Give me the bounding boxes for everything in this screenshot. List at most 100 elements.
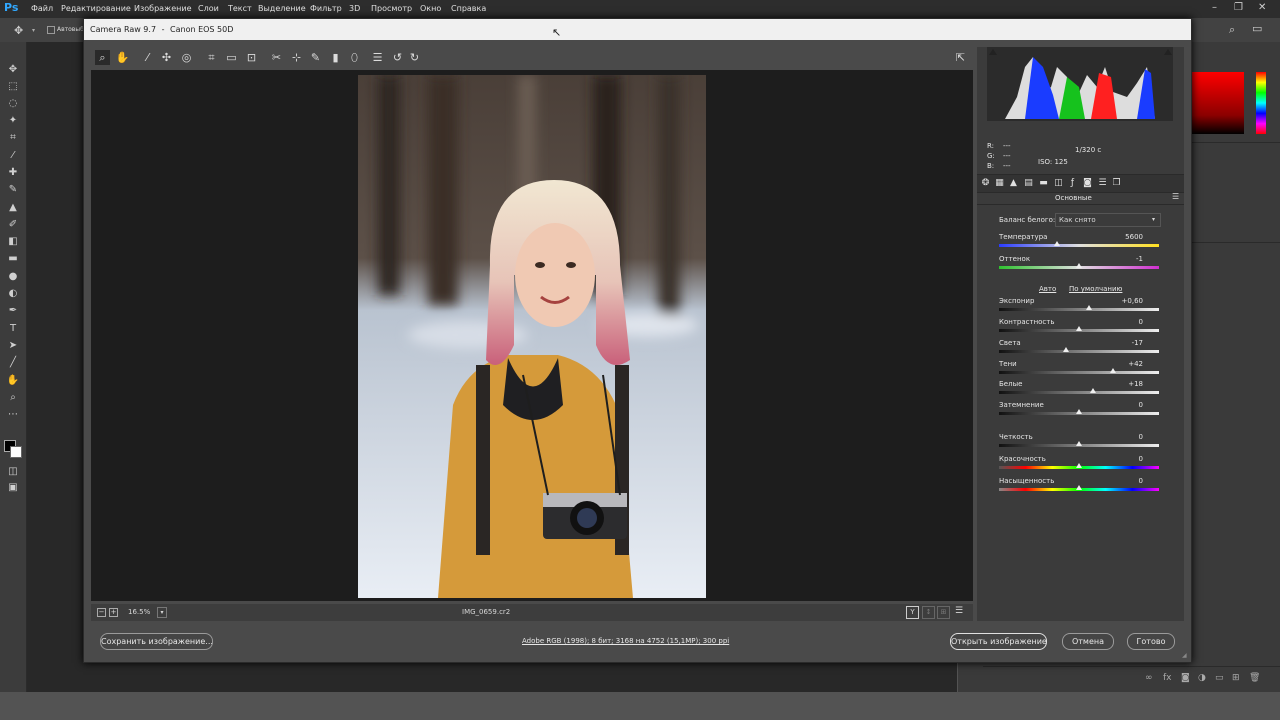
slider-thumb[interactable] xyxy=(1063,347,1070,352)
slider-thumb[interactable] xyxy=(1090,388,1097,393)
color-sampler-icon[interactable]: ✣ xyxy=(159,50,174,65)
move-tool-icon[interactable]: ✥ xyxy=(14,24,23,37)
slider-thumb[interactable] xyxy=(1076,485,1082,490)
restore-icon[interactable]: ❐ xyxy=(1234,2,1243,13)
menu-edit[interactable]: Редактирование xyxy=(61,4,131,13)
slider-thumb[interactable] xyxy=(1076,409,1082,414)
line-icon[interactable]: ╱ xyxy=(6,357,20,369)
slider-value[interactable]: +18 xyxy=(1113,380,1143,388)
zoom-tool-icon[interactable]: ⌕ xyxy=(95,50,110,65)
preview-preferences-icon[interactable]: ☰ xyxy=(955,606,963,616)
background-color-swatch[interactable] xyxy=(10,446,22,458)
zoom-in-icon[interactable]: + xyxy=(109,608,118,617)
type-icon[interactable]: T xyxy=(6,323,20,335)
new-layer-icon[interactable]: ⊞ xyxy=(1232,673,1240,683)
link-layers-icon[interactable]: ∞ xyxy=(1145,673,1153,683)
zoom-icon[interactable]: ⌕ xyxy=(6,392,20,404)
crop-tool-icon[interactable]: ⌗ xyxy=(204,50,219,65)
slider-value[interactable]: 0 xyxy=(1113,433,1143,441)
color-picker-field[interactable] xyxy=(1190,72,1244,134)
menu-filter[interactable]: Фильтр xyxy=(310,4,342,13)
transform-tool-icon[interactable]: ⊡ xyxy=(244,50,259,65)
slider-value[interactable]: 0 xyxy=(1113,401,1143,409)
quick-mask-icon[interactable]: ◫ xyxy=(6,466,20,478)
before-after-icon[interactable]: Y xyxy=(906,606,919,619)
swap-settings-icon[interactable]: ↕ xyxy=(922,606,935,619)
menu-select[interactable]: Выделение xyxy=(258,4,306,13)
move-icon[interactable]: ✥ xyxy=(6,64,20,76)
open-image-button[interactable]: Открыть изображение xyxy=(950,633,1047,650)
zoom-level[interactable]: 16.5% xyxy=(128,608,150,616)
slider-track[interactable] xyxy=(999,371,1159,374)
stamp-icon[interactable]: ▲ xyxy=(6,202,20,214)
workflow-options-link[interactable]: Adobe RGB (1998); 8 бит; 3168 на 4752 (1… xyxy=(522,637,729,645)
menu-type[interactable]: Текст xyxy=(228,4,252,13)
slider-value[interactable]: +42 xyxy=(1113,360,1143,368)
more-tools-icon[interactable]: ⋯ xyxy=(6,409,20,421)
lasso-icon[interactable]: ◌ xyxy=(6,98,20,110)
slider-value[interactable]: +0,60 xyxy=(1113,297,1143,305)
minimize-icon[interactable]: – xyxy=(1212,2,1217,13)
search-icon[interactable]: ⌕ xyxy=(1229,23,1235,37)
menu-help[interactable]: Справка xyxy=(451,4,486,13)
adjustment-brush-icon[interactable]: ✎ xyxy=(308,50,323,65)
history-brush-icon[interactable]: ✐ xyxy=(6,219,20,231)
slider-thumb[interactable] xyxy=(1076,463,1082,468)
brush-icon[interactable]: ✎ xyxy=(6,184,20,196)
spot-removal-icon[interactable]: ✂ xyxy=(269,50,284,65)
image-preview[interactable] xyxy=(91,70,973,601)
slider-thumb[interactable] xyxy=(1076,441,1082,446)
slider-value[interactable]: 0 xyxy=(1113,455,1143,463)
rotate-ccw-icon[interactable]: ↺ xyxy=(390,50,405,65)
close-icon[interactable]: ✕ xyxy=(1258,2,1266,13)
slider-value[interactable]: 5600 xyxy=(1113,233,1143,241)
eraser-icon[interactable]: ◧ xyxy=(6,236,20,248)
graduated-filter-icon[interactable]: ▮ xyxy=(328,50,343,65)
default-link[interactable]: По умолчанию xyxy=(1069,285,1122,293)
eyedropper-icon[interactable]: ⁄ xyxy=(6,150,20,162)
slider-thumb[interactable] xyxy=(1053,241,1060,246)
slider-track[interactable] xyxy=(999,391,1159,394)
zoom-dropdown-chevron-icon[interactable]: ▾ xyxy=(157,607,167,618)
red-eye-icon[interactable]: ⊹ xyxy=(289,50,304,65)
targeted-adjustment-icon[interactable]: ◎ xyxy=(179,50,194,65)
magic-wand-icon[interactable]: ✦ xyxy=(6,115,20,127)
menu-layers[interactable]: Слои xyxy=(198,4,219,13)
menu-file[interactable]: Файл xyxy=(31,4,53,13)
gradient-icon[interactable]: ▬ xyxy=(6,253,20,265)
slider-track[interactable] xyxy=(999,244,1159,247)
slider-thumb[interactable] xyxy=(1085,305,1092,310)
slider-track[interactable] xyxy=(999,308,1159,311)
white-balance-tool-icon[interactable]: ⁄ xyxy=(140,50,155,65)
rotate-cw-icon[interactable]: ↻ xyxy=(407,50,422,65)
straighten-tool-icon[interactable]: ▭ xyxy=(224,50,239,65)
hand-icon[interactable]: ✋ xyxy=(6,375,20,387)
fullscreen-icon[interactable]: ⇱ xyxy=(953,50,968,65)
crop-icon[interactable]: ⌗ xyxy=(6,132,20,144)
mask-icon[interactable]: ◙ xyxy=(1181,673,1190,683)
hand-tool-icon[interactable]: ✋ xyxy=(115,50,130,65)
pen-icon[interactable]: ✒ xyxy=(6,305,20,317)
auto-link[interactable]: Авто xyxy=(1039,285,1056,293)
slider-thumb[interactable] xyxy=(1076,326,1082,331)
slider-value[interactable]: -1 xyxy=(1113,255,1143,263)
dialog-titlebar[interactable]: Camera Raw 9.7 - Canon EOS 50D xyxy=(84,19,1191,40)
auto-select-checkbox[interactable] xyxy=(47,26,55,34)
resize-grip-icon[interactable]: ◢ xyxy=(1182,652,1187,659)
slider-value[interactable]: 0 xyxy=(1113,318,1143,326)
fx-icon[interactable]: fx xyxy=(1163,673,1172,683)
slider-thumb[interactable] xyxy=(1109,368,1116,373)
blur-icon[interactable]: ● xyxy=(6,271,20,283)
slider-value[interactable]: -17 xyxy=(1113,339,1143,347)
zoom-out-icon[interactable]: − xyxy=(97,608,106,617)
path-select-icon[interactable]: ➤ xyxy=(6,340,20,352)
dodge-icon[interactable]: ◐ xyxy=(6,288,20,300)
preferences-icon[interactable]: ☰ xyxy=(370,50,385,65)
radial-filter-icon[interactable]: ⬯ xyxy=(347,50,362,65)
done-button[interactable]: Готово xyxy=(1127,633,1175,650)
menu-image[interactable]: Изображение xyxy=(134,4,192,13)
menu-3d[interactable]: 3D xyxy=(349,4,360,13)
hue-slider[interactable] xyxy=(1256,72,1266,134)
tool-preset-chevron-icon[interactable]: ▾ xyxy=(32,27,35,34)
copy-settings-icon[interactable]: ⊞ xyxy=(937,606,950,619)
